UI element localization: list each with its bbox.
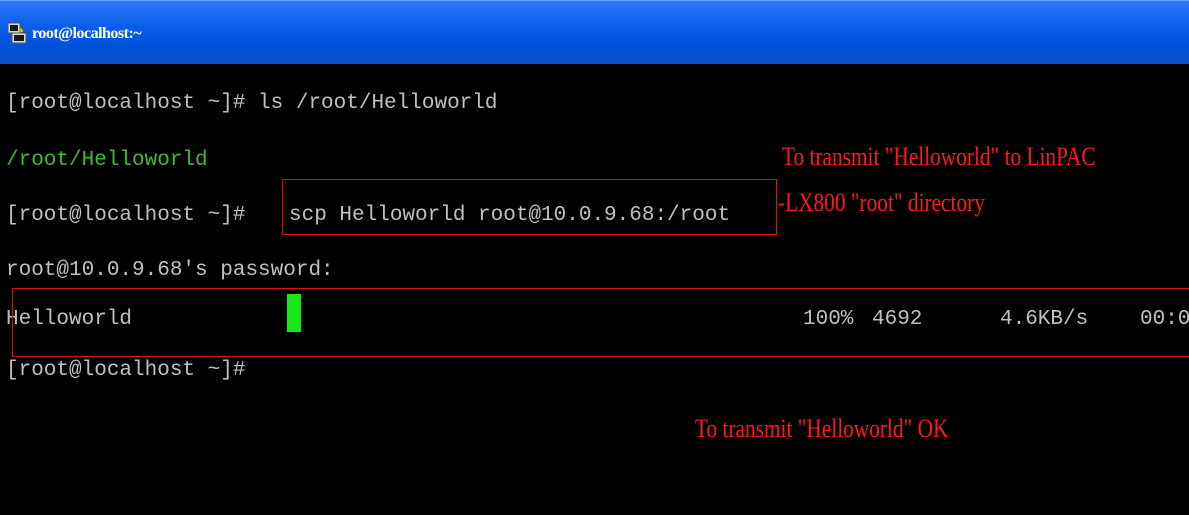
window-title: root@localhost:~	[32, 25, 142, 42]
scp-annotation-line1: To transmit "Helloworld" to LinPAC	[782, 142, 1096, 171]
terminal-screen[interactable]: [root@localhost ~]# ls /root/Helloworld …	[0, 64, 1189, 515]
ok-annotation: To transmit "Helloworld" OK	[695, 414, 949, 443]
scp-command-highlight-box	[282, 179, 777, 235]
terminal-line-directory: /root/Helloworld	[6, 149, 208, 172]
putty-terminal-icon[interactable]	[6, 21, 28, 45]
terminal-window: root@localhost:~ [root@localhost ~]# ls …	[0, 0, 1189, 515]
scp-annotation-line2: -LX800 "root" directory	[778, 188, 985, 217]
terminal-line-ls: [root@localhost ~]# ls /root/Helloworld	[6, 92, 498, 115]
terminal-line-password: root@10.0.9.68's password:	[6, 259, 334, 282]
terminal-line-scp-prompt: [root@localhost ~]#	[6, 204, 259, 227]
terminal-line-final-prompt: [root@localhost ~]#	[6, 359, 259, 382]
transfer-highlight-box	[12, 288, 1189, 357]
title-bar[interactable]: root@localhost:~	[0, 0, 1189, 64]
